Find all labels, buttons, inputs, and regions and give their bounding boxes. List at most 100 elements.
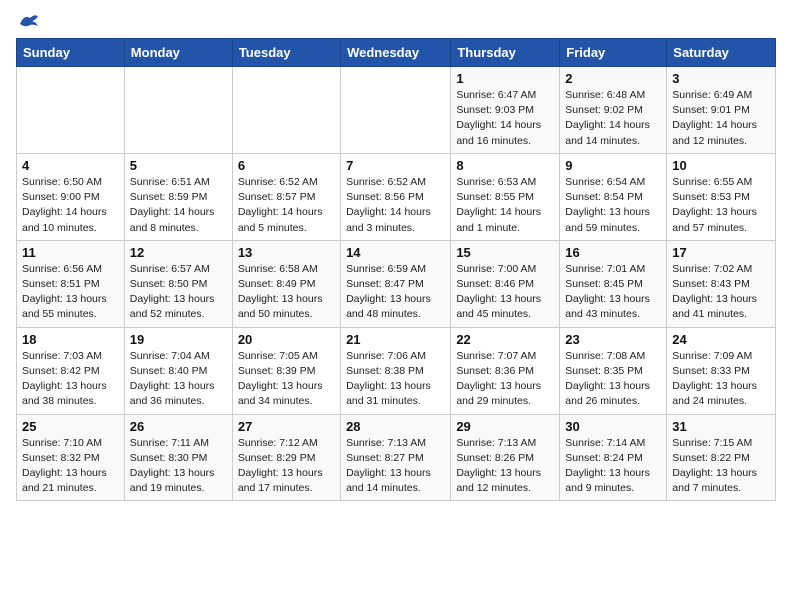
day-number: 16 bbox=[565, 245, 661, 260]
day-cell: 4 Sunrise: 6:50 AM Sunset: 9:00 PM Daylig… bbox=[17, 153, 125, 240]
day-number: 1 bbox=[456, 71, 554, 86]
day-cell bbox=[232, 67, 340, 154]
day-cell: 13 Sunrise: 6:58 AM Sunset: 8:49 PM Dayli… bbox=[232, 240, 340, 327]
weekday-header-friday: Friday bbox=[560, 39, 667, 67]
day-info: Sunrise: 7:04 AM Sunset: 8:40 PM Dayligh… bbox=[130, 349, 227, 410]
day-info: Sunrise: 7:13 AM Sunset: 8:26 PM Dayligh… bbox=[456, 436, 554, 497]
day-info: Sunrise: 7:14 AM Sunset: 8:24 PM Dayligh… bbox=[565, 436, 661, 497]
day-info: Sunrise: 6:57 AM Sunset: 8:50 PM Dayligh… bbox=[130, 262, 227, 323]
day-number: 4 bbox=[22, 158, 119, 173]
day-info: Sunrise: 6:47 AM Sunset: 9:03 PM Dayligh… bbox=[456, 88, 554, 149]
day-info: Sunrise: 7:11 AM Sunset: 8:30 PM Dayligh… bbox=[130, 436, 227, 497]
day-info: Sunrise: 6:50 AM Sunset: 9:00 PM Dayligh… bbox=[22, 175, 119, 236]
day-number: 5 bbox=[130, 158, 227, 173]
day-cell: 3 Sunrise: 6:49 AM Sunset: 9:01 PM Daylig… bbox=[667, 67, 776, 154]
day-info: Sunrise: 6:48 AM Sunset: 9:02 PM Dayligh… bbox=[565, 88, 661, 149]
day-info: Sunrise: 6:59 AM Sunset: 8:47 PM Dayligh… bbox=[346, 262, 445, 323]
day-cell: 28Sunrise: 7:13 AM Sunset: 8:27 PM Dayli… bbox=[341, 414, 451, 501]
day-cell: 15 Sunrise: 7:00 AM Sunset: 8:46 PM Dayli… bbox=[451, 240, 560, 327]
day-number: 13 bbox=[238, 245, 335, 260]
day-info: Sunrise: 6:55 AM Sunset: 8:53 PM Dayligh… bbox=[672, 175, 770, 236]
day-info: Sunrise: 6:54 AM Sunset: 8:54 PM Dayligh… bbox=[565, 175, 661, 236]
day-cell: 31 Sunrise: 7:15 AM Sunset: 8:22 PM Dayli… bbox=[667, 414, 776, 501]
day-cell: 2 Sunrise: 6:48 AM Sunset: 9:02 PM Daylig… bbox=[560, 67, 667, 154]
day-info: Sunrise: 7:07 AM Sunset: 8:36 PM Dayligh… bbox=[456, 349, 554, 410]
day-info: Sunrise: 6:49 AM Sunset: 9:01 PM Dayligh… bbox=[672, 88, 770, 149]
day-cell: 30 Sunrise: 7:14 AM Sunset: 8:24 PM Dayli… bbox=[560, 414, 667, 501]
page-header bbox=[16, 16, 776, 30]
week-row-4: 18 Sunrise: 7:03 AM Sunset: 8:42 PM Dayli… bbox=[17, 327, 776, 414]
day-cell: 8Sunrise: 6:53 AM Sunset: 8:55 PM Daylig… bbox=[451, 153, 560, 240]
day-info: Sunrise: 7:08 AM Sunset: 8:35 PM Dayligh… bbox=[565, 349, 661, 410]
weekday-header-saturday: Saturday bbox=[667, 39, 776, 67]
week-row-1: 1 Sunrise: 6:47 AM Sunset: 9:03 PM Daylig… bbox=[17, 67, 776, 154]
day-number: 3 bbox=[672, 71, 770, 86]
weekday-header-monday: Monday bbox=[124, 39, 232, 67]
day-number: 10 bbox=[672, 158, 770, 173]
day-info: Sunrise: 6:56 AM Sunset: 8:51 PM Dayligh… bbox=[22, 262, 119, 323]
day-number: 26 bbox=[130, 419, 227, 434]
day-cell: 22 Sunrise: 7:07 AM Sunset: 8:36 PM Dayli… bbox=[451, 327, 560, 414]
day-info: Sunrise: 7:13 AM Sunset: 8:27 PM Dayligh… bbox=[346, 436, 445, 497]
day-number: 19 bbox=[130, 332, 227, 347]
week-row-3: 11 Sunrise: 6:56 AM Sunset: 8:51 PM Dayli… bbox=[17, 240, 776, 327]
day-number: 7 bbox=[346, 158, 445, 173]
day-info: Sunrise: 7:09 AM Sunset: 8:33 PM Dayligh… bbox=[672, 349, 770, 410]
day-info: Sunrise: 7:05 AM Sunset: 8:39 PM Dayligh… bbox=[238, 349, 335, 410]
weekday-header-sunday: Sunday bbox=[17, 39, 125, 67]
weekday-header-thursday: Thursday bbox=[451, 39, 560, 67]
day-cell: 9 Sunrise: 6:54 AM Sunset: 8:54 PM Daylig… bbox=[560, 153, 667, 240]
day-number: 30 bbox=[565, 419, 661, 434]
day-cell: 18 Sunrise: 7:03 AM Sunset: 8:42 PM Dayli… bbox=[17, 327, 125, 414]
weekday-header-row: SundayMondayTuesdayWednesdayThursdayFrid… bbox=[17, 39, 776, 67]
day-number: 15 bbox=[456, 245, 554, 260]
day-number: 11 bbox=[22, 245, 119, 260]
week-row-5: 25Sunrise: 7:10 AM Sunset: 8:32 PM Dayli… bbox=[17, 414, 776, 501]
day-number: 31 bbox=[672, 419, 770, 434]
day-info: Sunrise: 7:15 AM Sunset: 8:22 PM Dayligh… bbox=[672, 436, 770, 497]
day-info: Sunrise: 7:02 AM Sunset: 8:43 PM Dayligh… bbox=[672, 262, 770, 323]
day-info: Sunrise: 7:01 AM Sunset: 8:45 PM Dayligh… bbox=[565, 262, 661, 323]
day-info: Sunrise: 6:51 AM Sunset: 8:59 PM Dayligh… bbox=[130, 175, 227, 236]
day-info: Sunrise: 6:52 AM Sunset: 8:56 PM Dayligh… bbox=[346, 175, 445, 236]
day-number: 24 bbox=[672, 332, 770, 347]
day-cell: 12 Sunrise: 6:57 AM Sunset: 8:50 PM Dayli… bbox=[124, 240, 232, 327]
day-info: Sunrise: 7:03 AM Sunset: 8:42 PM Dayligh… bbox=[22, 349, 119, 410]
day-cell: 21Sunrise: 7:06 AM Sunset: 8:38 PM Dayli… bbox=[341, 327, 451, 414]
calendar-table: SundayMondayTuesdayWednesdayThursdayFrid… bbox=[16, 38, 776, 501]
day-number: 29 bbox=[456, 419, 554, 434]
day-number: 14 bbox=[346, 245, 445, 260]
day-number: 6 bbox=[238, 158, 335, 173]
day-number: 8 bbox=[456, 158, 554, 173]
day-number: 27 bbox=[238, 419, 335, 434]
day-number: 18 bbox=[22, 332, 119, 347]
day-cell: 6 Sunrise: 6:52 AM Sunset: 8:57 PM Daylig… bbox=[232, 153, 340, 240]
day-cell: 16 Sunrise: 7:01 AM Sunset: 8:45 PM Dayli… bbox=[560, 240, 667, 327]
day-cell: 29 Sunrise: 7:13 AM Sunset: 8:26 PM Dayli… bbox=[451, 414, 560, 501]
day-info: Sunrise: 7:12 AM Sunset: 8:29 PM Dayligh… bbox=[238, 436, 335, 497]
day-cell: 23 Sunrise: 7:08 AM Sunset: 8:35 PM Dayli… bbox=[560, 327, 667, 414]
day-info: Sunrise: 6:52 AM Sunset: 8:57 PM Dayligh… bbox=[238, 175, 335, 236]
week-row-2: 4 Sunrise: 6:50 AM Sunset: 9:00 PM Daylig… bbox=[17, 153, 776, 240]
logo-bird-icon bbox=[18, 12, 40, 30]
day-number: 2 bbox=[565, 71, 661, 86]
day-cell: 26 Sunrise: 7:11 AM Sunset: 8:30 PM Dayli… bbox=[124, 414, 232, 501]
day-cell bbox=[17, 67, 125, 154]
day-cell bbox=[124, 67, 232, 154]
day-number: 21 bbox=[346, 332, 445, 347]
day-info: Sunrise: 7:00 AM Sunset: 8:46 PM Dayligh… bbox=[456, 262, 554, 323]
day-cell: 1 Sunrise: 6:47 AM Sunset: 9:03 PM Daylig… bbox=[451, 67, 560, 154]
day-cell: 19 Sunrise: 7:04 AM Sunset: 8:40 PM Dayli… bbox=[124, 327, 232, 414]
weekday-header-wednesday: Wednesday bbox=[341, 39, 451, 67]
day-number: 23 bbox=[565, 332, 661, 347]
day-number: 20 bbox=[238, 332, 335, 347]
day-cell: 14 Sunrise: 6:59 AM Sunset: 8:47 PM Dayli… bbox=[341, 240, 451, 327]
day-number: 9 bbox=[565, 158, 661, 173]
day-cell: 25Sunrise: 7:10 AM Sunset: 8:32 PM Dayli… bbox=[17, 414, 125, 501]
day-info: Sunrise: 6:58 AM Sunset: 8:49 PM Dayligh… bbox=[238, 262, 335, 323]
day-cell: 17Sunrise: 7:02 AM Sunset: 8:43 PM Dayli… bbox=[667, 240, 776, 327]
day-number: 25 bbox=[22, 419, 119, 434]
day-number: 22 bbox=[456, 332, 554, 347]
day-cell: 7 Sunrise: 6:52 AM Sunset: 8:56 PM Daylig… bbox=[341, 153, 451, 240]
day-number: 12 bbox=[130, 245, 227, 260]
